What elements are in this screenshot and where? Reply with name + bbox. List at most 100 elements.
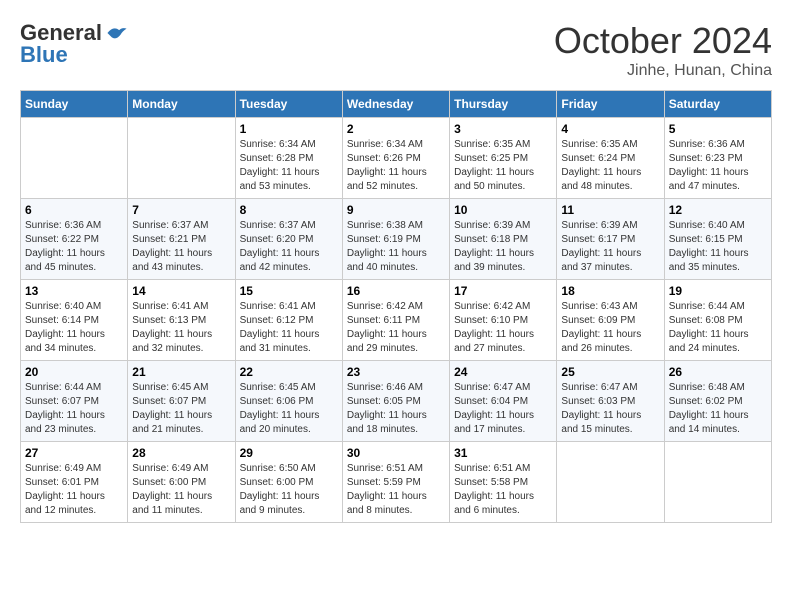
calendar-cell — [664, 442, 771, 523]
weekday-header-wednesday: Wednesday — [342, 91, 449, 118]
day-info: Sunrise: 6:48 AM Sunset: 6:02 PM Dayligh… — [669, 381, 767, 437]
day-number: 3 — [454, 122, 552, 136]
day-info: Sunrise: 6:51 AM Sunset: 5:58 PM Dayligh… — [454, 462, 552, 518]
day-info: Sunrise: 6:36 AM Sunset: 6:22 PM Dayligh… — [25, 219, 123, 275]
calendar-cell: 29 Sunrise: 6:50 AM Sunset: 6:00 PM Dayli… — [235, 442, 342, 523]
calendar-table: SundayMondayTuesdayWednesdayThursdayFrid… — [20, 90, 772, 523]
calendar-cell: 15Sunrise: 6:41 AM Sunset: 6:12 PM Dayli… — [235, 280, 342, 361]
day-info: Sunrise: 6:49 AM Sunset: 6:01 PM Dayligh… — [25, 462, 123, 518]
day-info: Sunrise: 6:39 AM Sunset: 6:18 PM Dayligh… — [454, 219, 552, 275]
calendar-cell: 4 Sunrise: 6:35 AM Sunset: 6:24 PM Daylig… — [557, 118, 664, 199]
title-block: October 2024 Jinhe, Hunan, China — [554, 20, 772, 80]
calendar-cell: 3 Sunrise: 6:35 AM Sunset: 6:25 PM Daylig… — [450, 118, 557, 199]
weekday-header-sunday: Sunday — [21, 91, 128, 118]
day-number: 18 — [561, 284, 659, 298]
day-number: 30 — [347, 446, 445, 460]
calendar-cell: 26 Sunrise: 6:48 AM Sunset: 6:02 PM Dayli… — [664, 361, 771, 442]
day-info: Sunrise: 6:36 AM Sunset: 6:23 PM Dayligh… — [669, 138, 767, 194]
day-number: 22 — [240, 365, 338, 379]
day-number: 14 — [132, 284, 230, 298]
day-info: Sunrise: 6:49 AM Sunset: 6:00 PM Dayligh… — [132, 462, 230, 518]
day-info: Sunrise: 6:44 AM Sunset: 6:07 PM Dayligh… — [25, 381, 123, 437]
day-info: Sunrise: 6:51 AM Sunset: 5:59 PM Dayligh… — [347, 462, 445, 518]
calendar-cell — [557, 442, 664, 523]
calendar-cell: 7 Sunrise: 6:37 AM Sunset: 6:21 PM Daylig… — [128, 199, 235, 280]
day-number: 19 — [669, 284, 767, 298]
calendar-cell: 20 Sunrise: 6:44 AM Sunset: 6:07 PM Dayli… — [21, 361, 128, 442]
day-info: Sunrise: 6:47 AM Sunset: 6:03 PM Dayligh… — [561, 381, 659, 437]
calendar-header: SundayMondayTuesdayWednesdayThursdayFrid… — [21, 91, 772, 118]
calendar-cell: 12 Sunrise: 6:40 AM Sunset: 6:15 PM Dayli… — [664, 199, 771, 280]
calendar-cell: 27 Sunrise: 6:49 AM Sunset: 6:01 PM Dayli… — [21, 442, 128, 523]
calendar-cell: 9Sunrise: 6:38 AM Sunset: 6:19 PM Daylig… — [342, 199, 449, 280]
calendar-cell: 13 Sunrise: 6:40 AM Sunset: 6:14 PM Dayli… — [21, 280, 128, 361]
calendar-cell: 31 Sunrise: 6:51 AM Sunset: 5:58 PM Dayli… — [450, 442, 557, 523]
day-number: 13 — [25, 284, 123, 298]
day-number: 31 — [454, 446, 552, 460]
calendar-cell: 22 Sunrise: 6:45 AM Sunset: 6:06 PM Dayli… — [235, 361, 342, 442]
calendar-cell: 30 Sunrise: 6:51 AM Sunset: 5:59 PM Dayli… — [342, 442, 449, 523]
day-number: 10 — [454, 203, 552, 217]
calendar-cell: 25Sunrise: 6:47 AM Sunset: 6:03 PM Dayli… — [557, 361, 664, 442]
weekday-header-friday: Friday — [557, 91, 664, 118]
calendar-cell — [128, 118, 235, 199]
calendar-cell: 21 Sunrise: 6:45 AM Sunset: 6:07 PM Dayli… — [128, 361, 235, 442]
day-info: Sunrise: 6:41 AM Sunset: 6:13 PM Dayligh… — [132, 300, 230, 356]
day-info: Sunrise: 6:50 AM Sunset: 6:00 PM Dayligh… — [240, 462, 338, 518]
day-number: 16 — [347, 284, 445, 298]
day-number: 26 — [669, 365, 767, 379]
calendar-cell: 8 Sunrise: 6:37 AM Sunset: 6:20 PM Daylig… — [235, 199, 342, 280]
day-info: Sunrise: 6:40 AM Sunset: 6:14 PM Dayligh… — [25, 300, 123, 356]
month-title: October 2024 — [554, 20, 772, 62]
day-number: 28 — [132, 446, 230, 460]
day-number: 29 — [240, 446, 338, 460]
calendar-cell: 10 Sunrise: 6:39 AM Sunset: 6:18 PM Dayli… — [450, 199, 557, 280]
day-info: Sunrise: 6:45 AM Sunset: 6:06 PM Dayligh… — [240, 381, 338, 437]
weekday-header-thursday: Thursday — [450, 91, 557, 118]
calendar-cell: 24Sunrise: 6:47 AM Sunset: 6:04 PM Dayli… — [450, 361, 557, 442]
calendar-cell: 18 Sunrise: 6:43 AM Sunset: 6:09 PM Dayli… — [557, 280, 664, 361]
logo-blue: Blue — [20, 42, 68, 68]
day-info: Sunrise: 6:35 AM Sunset: 6:24 PM Dayligh… — [561, 138, 659, 194]
day-number: 12 — [669, 203, 767, 217]
day-info: Sunrise: 6:37 AM Sunset: 6:21 PM Dayligh… — [132, 219, 230, 275]
day-info: Sunrise: 6:34 AM Sunset: 6:28 PM Dayligh… — [240, 138, 338, 194]
day-number: 20 — [25, 365, 123, 379]
calendar-week-2: 6 Sunrise: 6:36 AM Sunset: 6:22 PM Daylig… — [21, 199, 772, 280]
weekday-header-saturday: Saturday — [664, 91, 771, 118]
calendar-cell: 11Sunrise: 6:39 AM Sunset: 6:17 PM Dayli… — [557, 199, 664, 280]
day-info: Sunrise: 6:37 AM Sunset: 6:20 PM Dayligh… — [240, 219, 338, 275]
location-subtitle: Jinhe, Hunan, China — [554, 62, 772, 80]
calendar-cell: 1Sunrise: 6:34 AM Sunset: 6:28 PM Daylig… — [235, 118, 342, 199]
day-number: 8 — [240, 203, 338, 217]
page-header: General Blue October 2024 Jinhe, Hunan, … — [20, 20, 772, 80]
day-number: 27 — [25, 446, 123, 460]
calendar-week-1: 1Sunrise: 6:34 AM Sunset: 6:28 PM Daylig… — [21, 118, 772, 199]
day-info: Sunrise: 6:43 AM Sunset: 6:09 PM Dayligh… — [561, 300, 659, 356]
day-number: 7 — [132, 203, 230, 217]
day-info: Sunrise: 6:42 AM Sunset: 6:10 PM Dayligh… — [454, 300, 552, 356]
day-info: Sunrise: 6:46 AM Sunset: 6:05 PM Dayligh… — [347, 381, 445, 437]
calendar-cell — [21, 118, 128, 199]
day-info: Sunrise: 6:47 AM Sunset: 6:04 PM Dayligh… — [454, 381, 552, 437]
day-info: Sunrise: 6:40 AM Sunset: 6:15 PM Dayligh… — [669, 219, 767, 275]
calendar-cell: 14 Sunrise: 6:41 AM Sunset: 6:13 PM Dayli… — [128, 280, 235, 361]
day-number: 21 — [132, 365, 230, 379]
day-info: Sunrise: 6:42 AM Sunset: 6:11 PM Dayligh… — [347, 300, 445, 356]
calendar-cell: 23Sunrise: 6:46 AM Sunset: 6:05 PM Dayli… — [342, 361, 449, 442]
day-info: Sunrise: 6:39 AM Sunset: 6:17 PM Dayligh… — [561, 219, 659, 275]
day-info: Sunrise: 6:35 AM Sunset: 6:25 PM Dayligh… — [454, 138, 552, 194]
calendar-cell: 19 Sunrise: 6:44 AM Sunset: 6:08 PM Dayli… — [664, 280, 771, 361]
logo-bird-icon — [106, 24, 128, 42]
day-info: Sunrise: 6:45 AM Sunset: 6:07 PM Dayligh… — [132, 381, 230, 437]
day-number: 15 — [240, 284, 338, 298]
day-number: 5 — [669, 122, 767, 136]
day-info: Sunrise: 6:44 AM Sunset: 6:08 PM Dayligh… — [669, 300, 767, 356]
calendar-week-3: 13 Sunrise: 6:40 AM Sunset: 6:14 PM Dayli… — [21, 280, 772, 361]
calendar-cell: 17Sunrise: 6:42 AM Sunset: 6:10 PM Dayli… — [450, 280, 557, 361]
day-number: 2 — [347, 122, 445, 136]
calendar-cell: 5 Sunrise: 6:36 AM Sunset: 6:23 PM Daylig… — [664, 118, 771, 199]
day-number: 6 — [25, 203, 123, 217]
calendar-cell: 28 Sunrise: 6:49 AM Sunset: 6:00 PM Dayli… — [128, 442, 235, 523]
day-number: 4 — [561, 122, 659, 136]
